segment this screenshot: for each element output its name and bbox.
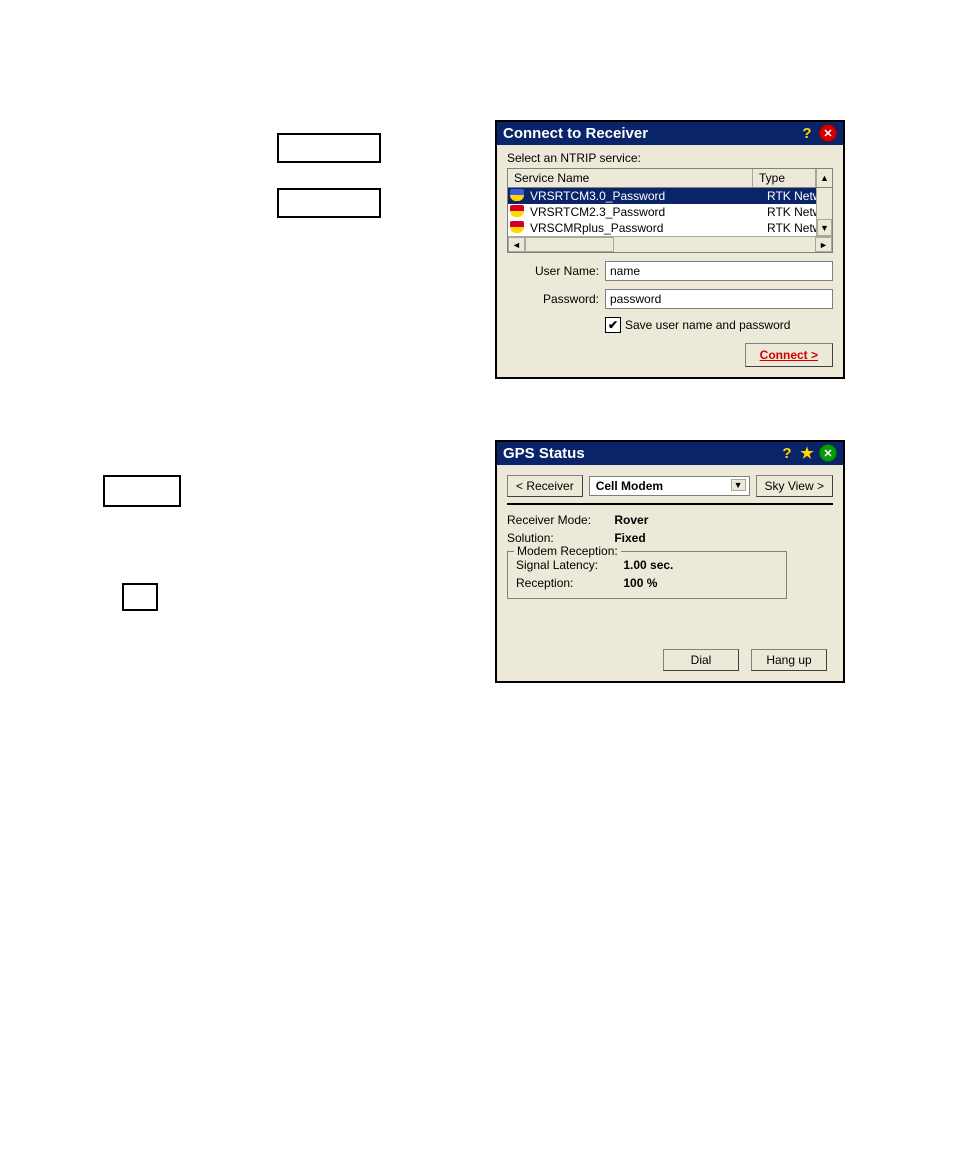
username-input[interactable] bbox=[605, 261, 833, 281]
reception-value: 100 % bbox=[623, 576, 657, 590]
solution-label: Solution: bbox=[507, 531, 611, 545]
gps-status-dialog: GPS Status ? ★ ✕ < Receiver Cell Modem S… bbox=[495, 440, 845, 683]
service-icon bbox=[510, 205, 526, 219]
scroll-left-icon[interactable]: ◄ bbox=[508, 237, 525, 252]
titlebar: Connect to Receiver ? ✕ bbox=[497, 122, 843, 145]
service-table: Service Name Type ▲ VRSRTCM3.0_Password … bbox=[507, 168, 833, 253]
titlebar: GPS Status ? ★ ✕ bbox=[497, 442, 843, 465]
scroll-right-icon[interactable]: ► bbox=[815, 237, 832, 252]
service-name-cell: VRSRTCM3.0_Password bbox=[530, 189, 767, 203]
solution-value: Fixed bbox=[614, 531, 645, 545]
save-label: Save user name and password bbox=[625, 318, 790, 332]
scroll-thumb[interactable] bbox=[525, 237, 614, 252]
table-row[interactable]: VRSCMRplus_Password RTK Netw bbox=[508, 220, 832, 236]
help-icon[interactable]: ? bbox=[779, 445, 795, 461]
service-name-cell: VRSRTCM2.3_Password bbox=[530, 205, 767, 219]
star-icon[interactable]: ★ bbox=[799, 445, 815, 461]
empty-box-2 bbox=[277, 188, 381, 218]
receiver-button[interactable]: < Receiver bbox=[507, 475, 583, 497]
receiver-mode-value: Rover bbox=[614, 513, 648, 527]
service-name-cell: VRSCMRplus_Password bbox=[530, 221, 767, 235]
table-row[interactable]: VRSRTCM3.0_Password RTK Netw bbox=[508, 188, 832, 204]
col-type[interactable]: Type bbox=[753, 169, 816, 187]
close-icon[interactable]: ✕ bbox=[819, 444, 837, 462]
skyview-button[interactable]: Sky View > bbox=[756, 475, 833, 497]
password-label: Password: bbox=[507, 292, 605, 306]
scroll-down-icon[interactable]: ▼ bbox=[817, 219, 832, 236]
modem-reception-legend: Modem Reception: bbox=[514, 544, 621, 558]
empty-box-1 bbox=[277, 133, 381, 163]
ntrip-label: Select an NTRIP service: bbox=[507, 151, 833, 165]
password-input[interactable] bbox=[605, 289, 833, 309]
service-icon bbox=[510, 189, 526, 203]
dialog-title: GPS Status bbox=[503, 445, 585, 462]
save-checkbox[interactable]: ✔ bbox=[605, 317, 621, 333]
latency-value: 1.00 sec. bbox=[623, 558, 673, 572]
connect-button[interactable]: Connect > bbox=[745, 343, 833, 367]
empty-box-3 bbox=[103, 475, 181, 507]
empty-box-4 bbox=[122, 583, 158, 611]
mode-select-value: Cell Modem bbox=[596, 479, 663, 493]
dial-button[interactable]: Dial bbox=[663, 649, 739, 671]
modem-reception-group: Modem Reception: Signal Latency: 1.00 se… bbox=[507, 551, 787, 599]
help-icon[interactable]: ? bbox=[799, 125, 815, 141]
horizontal-scrollbar[interactable]: ◄ ► bbox=[508, 236, 832, 252]
service-icon bbox=[510, 221, 526, 235]
mode-select[interactable]: Cell Modem bbox=[589, 476, 750, 496]
table-row[interactable]: VRSRTCM2.3_Password RTK Netw bbox=[508, 204, 832, 220]
username-label: User Name: bbox=[507, 264, 605, 278]
scroll-up-icon[interactable]: ▲ bbox=[816, 169, 832, 187]
latency-label: Signal Latency: bbox=[516, 558, 620, 572]
close-icon[interactable]: ✕ bbox=[819, 124, 837, 142]
dialog-title: Connect to Receiver bbox=[503, 125, 648, 142]
col-service-name[interactable]: Service Name bbox=[508, 169, 753, 187]
receiver-mode-label: Receiver Mode: bbox=[507, 513, 611, 527]
reception-label: Reception: bbox=[516, 576, 620, 590]
hangup-button[interactable]: Hang up bbox=[751, 649, 827, 671]
connect-receiver-dialog: Connect to Receiver ? ✕ Select an NTRIP … bbox=[495, 120, 845, 379]
vertical-scrollbar[interactable]: ▼ bbox=[816, 188, 832, 236]
